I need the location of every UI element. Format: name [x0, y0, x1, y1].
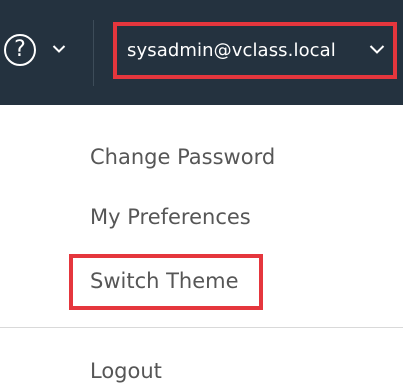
menu-item-logout[interactable]: Logout	[90, 359, 162, 383]
user-menu-button[interactable]: sysadmin@vclass.local	[113, 22, 397, 79]
menu-item-switch-theme[interactable]: Switch Theme	[69, 254, 263, 310]
switch-theme-label: Switch Theme	[90, 269, 239, 293]
question-circle-icon: ?	[4, 34, 36, 66]
header-divider	[93, 20, 94, 86]
menu-divider	[0, 327, 403, 328]
menu-item-change-password[interactable]: Change Password	[90, 145, 275, 169]
chevron-down-icon	[369, 45, 385, 54]
username-label: sysadmin@vclass.local	[127, 40, 336, 61]
menu-item-my-preferences[interactable]: My Preferences	[90, 205, 251, 229]
help-menu-button[interactable]: ?	[0, 34, 80, 72]
top-header-bar: ? sysadmin@vclass.local	[0, 0, 403, 105]
chevron-down-icon	[52, 45, 66, 53]
